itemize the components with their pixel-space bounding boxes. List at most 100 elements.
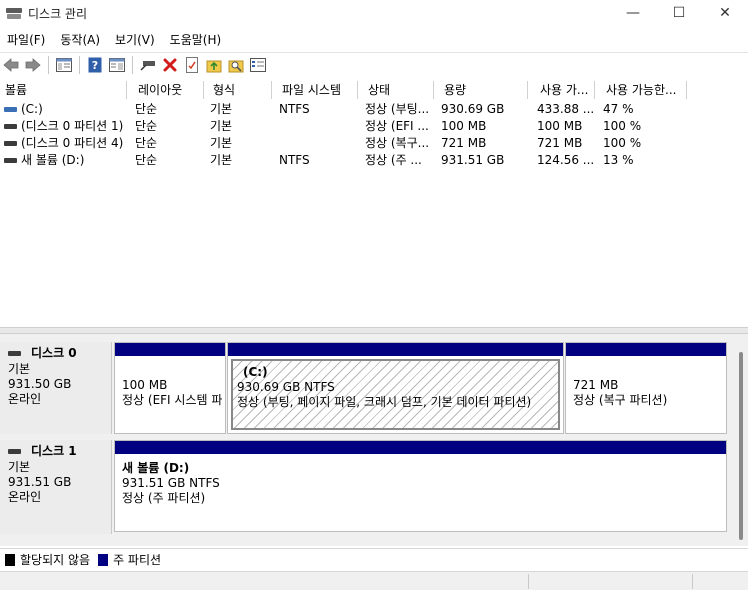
partition-status: 정상 (주 파티션) [122, 491, 206, 505]
partition-c-drive[interactable]: (C:) 930.69 GB NTFS 정상 (부팅, 페이지 파일, 크래시 … [227, 342, 564, 434]
status-cell: 정상 (EFI ... [365, 119, 429, 133]
disk-state: 온라인 [8, 392, 42, 406]
column-header-file-system[interactable]: 파일 시스템 [277, 81, 358, 99]
menu-file[interactable]: 파일(F) [0, 31, 53, 48]
layout-cell: 단순 [135, 119, 158, 133]
capacity-cell: 100 MB [441, 119, 487, 133]
minimize-button[interactable]: — [610, 0, 656, 26]
type-cell: 기본 [210, 119, 233, 133]
primary-partition-bar [115, 441, 726, 454]
table-row[interactable]: 새 볼륨 (D:) 단순 기본 NTFS 정상 (주 ... 931.51 GB… [0, 152, 748, 168]
percent-free-cell: 100 % [603, 136, 642, 150]
unallocated-swatch [5, 553, 15, 566]
menu-action[interactable]: 동작(A) [53, 31, 108, 48]
delete-button[interactable] [159, 54, 181, 76]
status-bar [0, 571, 748, 590]
layout-cell: 단순 [135, 136, 158, 150]
maximize-button[interactable]: ☐ [656, 0, 702, 26]
title-bar: 디스크 관리 — ☐ ✕ [0, 0, 748, 26]
table-row[interactable]: (디스크 0 파티션 4) 단순 기본 정상 (복구... 721 MB 721… [0, 135, 748, 151]
partition-recovery[interactable]: 721 MB 정상 (복구 파티션) [565, 342, 727, 434]
close-button[interactable]: ✕ [702, 0, 748, 26]
connect-disk-button[interactable] [137, 54, 159, 76]
disk-0-label[interactable]: 디스크 0 기본 931.50 GB 온라인 [0, 342, 112, 434]
status-cell: 정상 (복구... [365, 136, 430, 150]
legend: 할당되지 않음 주 파티션 [0, 548, 748, 570]
menu-view[interactable]: 보기(V) [108, 31, 163, 48]
column-header-type[interactable]: 형식 [208, 81, 272, 99]
partition-status: 정상 (복구 파티션) [573, 393, 668, 407]
pane-splitter[interactable] [0, 327, 748, 334]
disk-1-label[interactable]: 디스크 1 기본 931.51 GB 온라인 [0, 440, 112, 534]
disk-type: 기본 [8, 460, 31, 474]
up-folder-icon [206, 60, 222, 72]
menu-help[interactable]: 도움말(H) [163, 31, 230, 48]
column-header-status[interactable]: 상태 [363, 81, 434, 99]
partition-info: 721 MB 정상 (복구 파티션) [569, 359, 723, 430]
free-space-cell: 100 MB [537, 119, 583, 133]
partition-d-drive[interactable]: 새 볼륨 (D:) 931.51 GB NTFS 정상 (주 파티션) [114, 440, 727, 532]
disk-state: 온라인 [8, 490, 42, 504]
console-tree-button[interactable] [53, 54, 75, 76]
forward-button[interactable] [22, 54, 44, 76]
disk-name: 디스크 0 [8, 346, 111, 361]
toolbar-separator [132, 55, 133, 74]
partition-size: 930.69 GB NTFS [237, 380, 335, 394]
toolbar-separator [79, 55, 80, 74]
maximize-icon: ☐ [672, 5, 686, 21]
partition-size: 721 MB [573, 378, 619, 392]
console-tree-icon [56, 57, 72, 72]
layout-cell: 단순 [135, 102, 158, 116]
column-header-layout[interactable]: 레이아웃 [133, 81, 204, 99]
volume-cell: (디스크 0 파티션 1) [4, 118, 128, 134]
partition-status: 정상 (EFI 시스템 파 [122, 393, 222, 407]
window-title: 디스크 관리 [28, 6, 88, 21]
capacity-cell: 931.51 GB [441, 153, 505, 167]
layout-cell: 단순 [135, 153, 158, 167]
partition-label [122, 363, 218, 378]
volume-list: 볼륨 레이아웃 형식 파일 시스템 상태 용량 사용 가... 사용 가능한..… [0, 81, 748, 327]
partition-label: 새 볼륨 (D:) [122, 461, 190, 475]
back-arrow-icon [3, 57, 19, 72]
column-header-capacity[interactable]: 용량 [439, 81, 528, 99]
volume-icon [4, 141, 17, 146]
menu-bar: 파일(F) 동작(A) 보기(V) 도움말(H) [0, 28, 229, 50]
fs-cell: NTFS [279, 102, 310, 116]
column-header-percent-free[interactable]: 사용 가능한... [601, 81, 687, 99]
scrollbar-thumb[interactable] [739, 352, 743, 540]
percent-free-cell: 47 % [603, 102, 634, 116]
partition-info: (C:) 930.69 GB NTFS 정상 (부팅, 페이지 파일, 크래시 … [231, 359, 560, 430]
delete-icon [163, 58, 177, 71]
close-icon: ✕ [719, 5, 731, 21]
partition-size: 931.51 GB NTFS [122, 476, 220, 490]
free-space-cell: 124.56 ... [537, 153, 595, 167]
search-folder-button[interactable] [225, 54, 247, 76]
table-row[interactable]: (C:) 단순 기본 NTFS 정상 (부팅... 930.69 GB 433.… [0, 101, 748, 117]
primary-partition-bar [115, 343, 225, 356]
column-header-free-space[interactable]: 사용 가... [535, 81, 595, 99]
toolbar: ? [0, 52, 748, 76]
partition-efi[interactable]: 100 MB 정상 (EFI 시스템 파 [114, 342, 226, 434]
toolbar-separator [48, 55, 49, 74]
vertical-scrollbar[interactable] [735, 348, 748, 544]
column-header-volume[interactable]: 볼륨 [0, 81, 127, 99]
capacity-cell: 930.69 GB [441, 102, 505, 116]
action-pane-button[interactable] [106, 54, 128, 76]
properties-button[interactable] [181, 54, 203, 76]
table-row[interactable]: (디스크 0 파티션 1) 단순 기본 정상 (EFI ... 100 MB 1… [0, 118, 748, 134]
settings-button[interactable] [247, 54, 269, 76]
partition-status: 정상 (부팅, 페이지 파일, 크래시 덤프, 기본 데이터 파티션) [237, 395, 532, 409]
up-folder-button[interactable] [203, 54, 225, 76]
back-button[interactable] [0, 54, 22, 76]
action-pane-icon [109, 57, 125, 72]
type-cell: 기본 [210, 136, 233, 150]
fs-cell [279, 118, 359, 134]
help-button[interactable]: ? [84, 54, 106, 76]
fs-cell [279, 135, 359, 151]
volume-cell: 새 볼륨 (D:) [4, 152, 128, 168]
partition-size: 100 MB [122, 378, 168, 392]
minimize-icon: — [626, 5, 640, 21]
legend-item-unallocated: 할당되지 않음 [5, 551, 90, 568]
volume-cell: (디스크 0 파티션 4) [4, 135, 128, 151]
status-divider [692, 574, 693, 589]
